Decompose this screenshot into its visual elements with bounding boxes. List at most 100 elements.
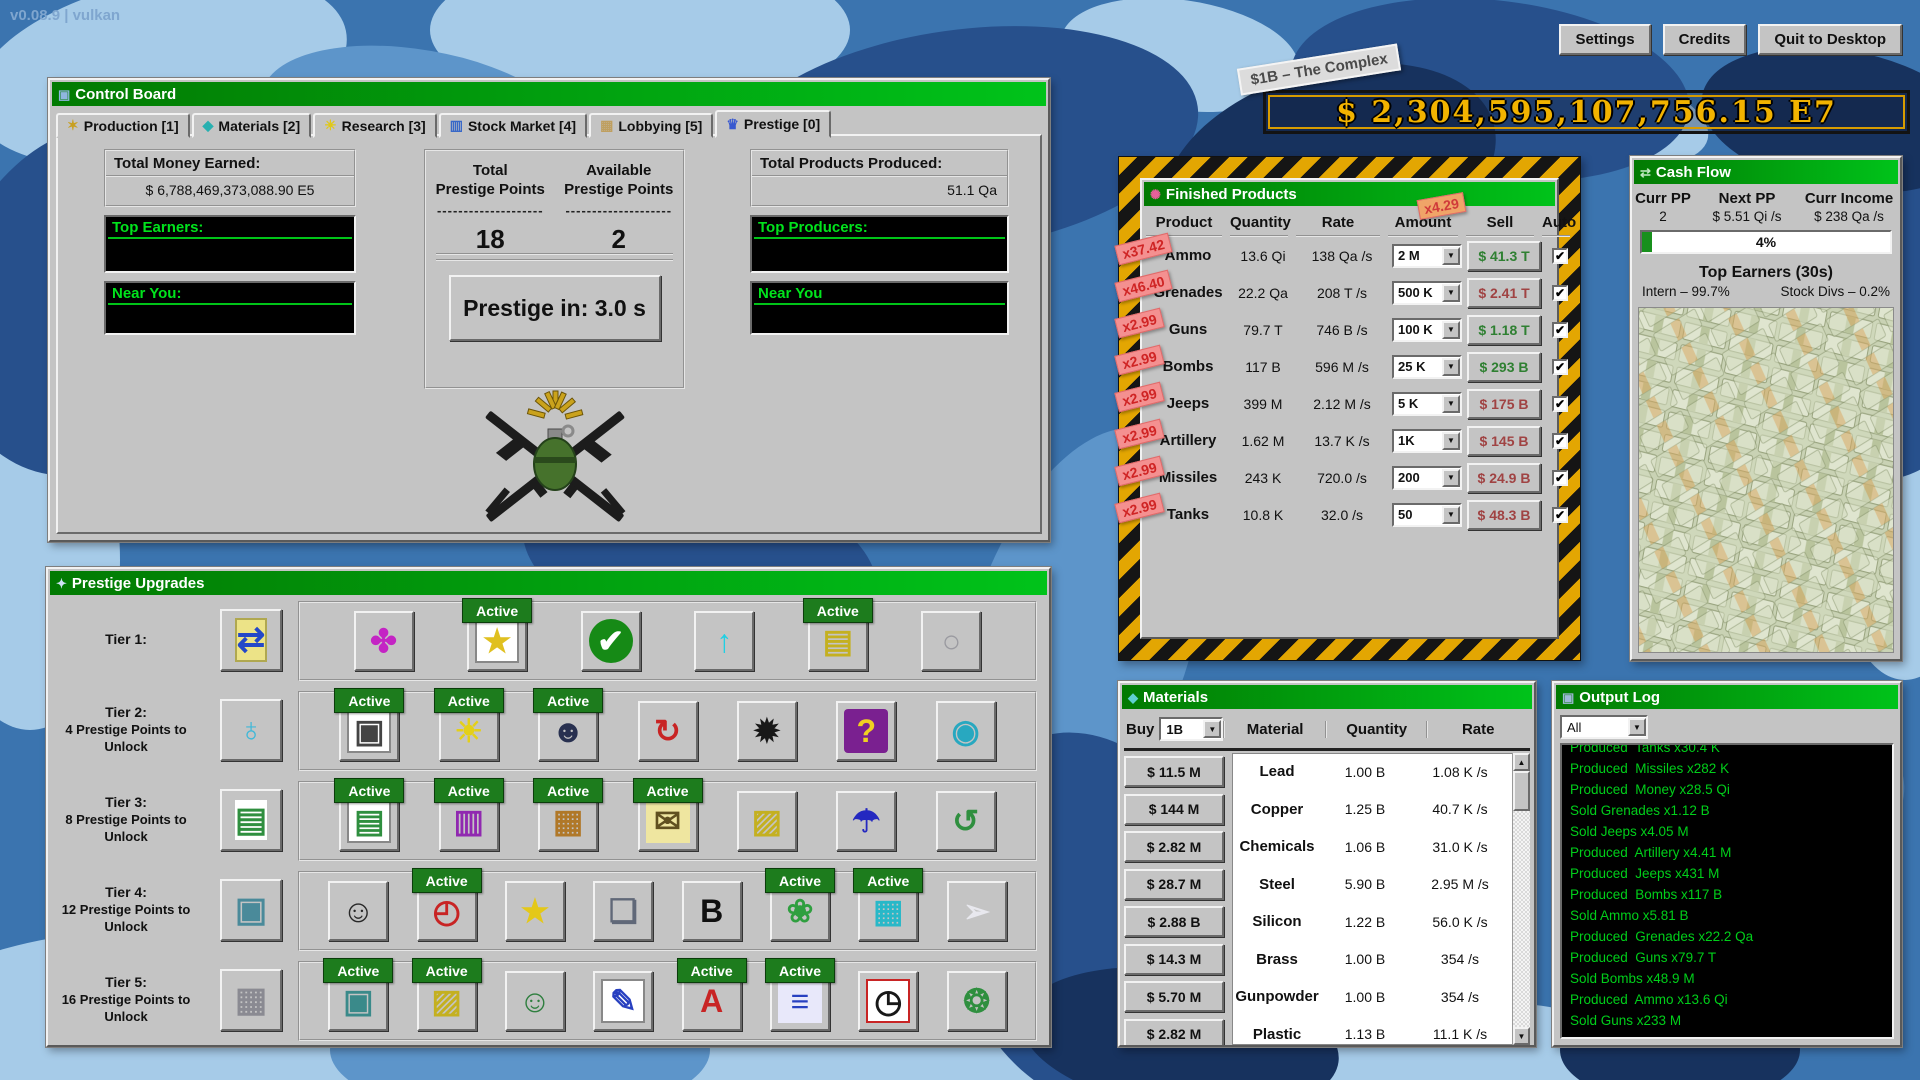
upgrade-button[interactable]: ☺ xyxy=(328,881,388,941)
upgrade-button[interactable]: ◉ xyxy=(936,701,996,761)
upgrade-button[interactable]: Active ☀ xyxy=(439,701,499,761)
chevron-down-icon[interactable] xyxy=(1442,358,1460,376)
upgrade-button[interactable]: ☺ xyxy=(505,971,565,1031)
chevron-down-icon[interactable] xyxy=(1442,284,1460,302)
amount-dropdown[interactable]: 2 M xyxy=(1392,244,1462,268)
chevron-down-icon[interactable] xyxy=(1628,718,1646,736)
tier-4-icon-button[interactable]: ▣ xyxy=(220,879,282,941)
upgrade-button[interactable]: Active ☻ xyxy=(538,701,598,761)
auto-checkbox[interactable] xyxy=(1552,507,1568,523)
upgrade-button[interactable]: ↑ xyxy=(694,611,754,671)
upgrade-button[interactable]: Active ▦ xyxy=(538,791,598,851)
amount-dropdown[interactable]: 500 K xyxy=(1392,281,1462,305)
auto-checkbox[interactable] xyxy=(1552,322,1568,338)
buy-material-button[interactable]: $ 2.88 B xyxy=(1124,906,1224,937)
auto-checkbox[interactable] xyxy=(1552,248,1568,264)
tab[interactable]: ☀ Research [3] xyxy=(313,113,437,138)
tab[interactable]: ♛ Prestige [0] xyxy=(715,110,831,138)
upgrade-button[interactable]: ✤ xyxy=(354,611,414,671)
materials-scrollbar[interactable] xyxy=(1512,753,1530,1045)
credits-button[interactable]: Credits xyxy=(1663,24,1747,55)
buy-material-button[interactable]: $ 14.3 M xyxy=(1124,944,1224,975)
upgrade-button[interactable]: Active ▣ xyxy=(339,701,399,761)
settings-button[interactable]: Settings xyxy=(1559,24,1650,55)
upgrade-button[interactable]: Active ▣ xyxy=(328,971,388,1031)
auto-checkbox[interactable] xyxy=(1552,359,1568,375)
chevron-down-icon[interactable] xyxy=(1442,321,1460,339)
amount-dropdown[interactable]: 50 xyxy=(1392,503,1462,527)
scroll-up-icon[interactable] xyxy=(1513,753,1530,771)
auto-checkbox[interactable] xyxy=(1552,433,1568,449)
sell-button[interactable]: $ 1.18 T xyxy=(1467,315,1541,345)
sell-button[interactable]: $ 175 B xyxy=(1467,389,1541,419)
cash-flow-titlebar[interactable]: ⇄ Cash Flow xyxy=(1634,160,1898,184)
sell-button[interactable]: $ 145 B xyxy=(1467,426,1541,456)
upgrade-button[interactable]: Active ▤ xyxy=(808,611,868,671)
buy-material-button[interactable]: $ 28.7 M xyxy=(1124,869,1224,900)
output-log-titlebar[interactable]: ▣ Output Log xyxy=(1556,685,1898,709)
sell-button[interactable]: $ 2.41 T xyxy=(1467,278,1541,308)
buy-material-button[interactable]: $ 2.82 M xyxy=(1124,831,1224,862)
prestige-upgrades-titlebar[interactable]: ✦ Prestige Upgrades xyxy=(50,571,1047,595)
upgrade-button[interactable]: Active ✉ xyxy=(638,791,698,851)
auto-checkbox[interactable] xyxy=(1552,396,1568,412)
auto-checkbox[interactable] xyxy=(1552,470,1568,486)
upgrade-button[interactable]: ✔ xyxy=(581,611,641,671)
amount-dropdown[interactable]: 100 K xyxy=(1392,318,1462,342)
tier-3-icon-button[interactable]: ▤ xyxy=(220,789,282,851)
chevron-down-icon[interactable] xyxy=(1203,720,1221,738)
upgrade-button[interactable]: ★ xyxy=(505,881,565,941)
buy-amount-dropdown[interactable]: 1B xyxy=(1159,717,1223,741)
upgrade-button[interactable]: Active A xyxy=(682,971,742,1031)
upgrade-button[interactable]: ○ xyxy=(921,611,981,671)
upgrade-button[interactable]: Active ◴ xyxy=(417,881,477,941)
quit-to-desktop-button[interactable]: Quit to Desktop xyxy=(1758,24,1902,55)
scroll-down-icon[interactable] xyxy=(1513,1027,1530,1045)
upgrade-button[interactable]: Active ▨ xyxy=(417,971,477,1031)
upgrade-button[interactable]: ❂ xyxy=(947,971,1007,1031)
chevron-down-icon[interactable] xyxy=(1442,469,1460,487)
auto-checkbox[interactable] xyxy=(1552,285,1568,301)
scroll-thumb[interactable] xyxy=(1513,771,1530,811)
upgrade-button[interactable]: ↻ xyxy=(638,701,698,761)
upgrade-button[interactable]: ▨ xyxy=(737,791,797,851)
chevron-down-icon[interactable] xyxy=(1442,432,1460,450)
upgrade-button[interactable]: Active ▤ xyxy=(339,791,399,851)
upgrade-button[interactable]: Active ★ xyxy=(467,611,527,671)
upgrade-button[interactable]: ◷ xyxy=(858,971,918,1031)
upgrade-button[interactable]: ➢ xyxy=(947,881,1007,941)
buy-material-button[interactable]: $ 2.82 M xyxy=(1124,1019,1224,1046)
upgrade-button[interactable]: ❏ xyxy=(593,881,653,941)
control-board-titlebar[interactable]: ▣ Control Board xyxy=(52,82,1046,106)
amount-dropdown[interactable]: 200 xyxy=(1392,466,1462,490)
upgrade-button[interactable]: Active ≡ xyxy=(770,971,830,1031)
log-filter-dropdown[interactable]: All xyxy=(1560,715,1648,739)
tab[interactable]: ◆ Materials [2] xyxy=(192,113,311,138)
amount-dropdown[interactable]: 5 K xyxy=(1392,392,1462,416)
upgrade-button[interactable]: Active ▦ xyxy=(858,881,918,941)
sell-button[interactable]: $ 41.3 T xyxy=(1467,241,1541,271)
upgrade-button[interactable]: ? xyxy=(836,701,896,761)
upgrade-button[interactable]: B xyxy=(682,881,742,941)
amount-dropdown[interactable]: 1K xyxy=(1392,429,1462,453)
prestige-button[interactable]: Prestige in: 3.0 s xyxy=(449,275,661,341)
tier-2-icon-button[interactable]: ♁ xyxy=(220,699,282,761)
tab[interactable]: ▥ Stock Market [4] xyxy=(439,113,587,138)
tier-1-icon-button[interactable]: ⇄ xyxy=(220,609,282,671)
chevron-down-icon[interactable] xyxy=(1442,395,1460,413)
finished-products-titlebar[interactable]: ✺ Finished Products xyxy=(1144,182,1555,206)
upgrade-button[interactable]: ✎ xyxy=(593,971,653,1031)
sell-button[interactable]: $ 24.9 B xyxy=(1467,463,1541,493)
tier-5-icon-button[interactable]: ▦ xyxy=(220,969,282,1031)
upgrade-button[interactable]: ↺ xyxy=(936,791,996,851)
upgrade-button[interactable]: ☂ xyxy=(836,791,896,851)
amount-dropdown[interactable]: 25 K xyxy=(1392,355,1462,379)
tab[interactable]: ✶ Production [1] xyxy=(56,113,190,138)
buy-material-button[interactable]: $ 11.5 M xyxy=(1124,756,1224,787)
buy-material-button[interactable]: $ 5.70 M xyxy=(1124,981,1224,1012)
sell-button[interactable]: $ 293 B xyxy=(1467,352,1541,382)
upgrade-button[interactable]: ✹ xyxy=(737,701,797,761)
chevron-down-icon[interactable] xyxy=(1442,247,1460,265)
upgrade-button[interactable]: Active ▥ xyxy=(439,791,499,851)
upgrade-button[interactable]: Active ❀ xyxy=(770,881,830,941)
